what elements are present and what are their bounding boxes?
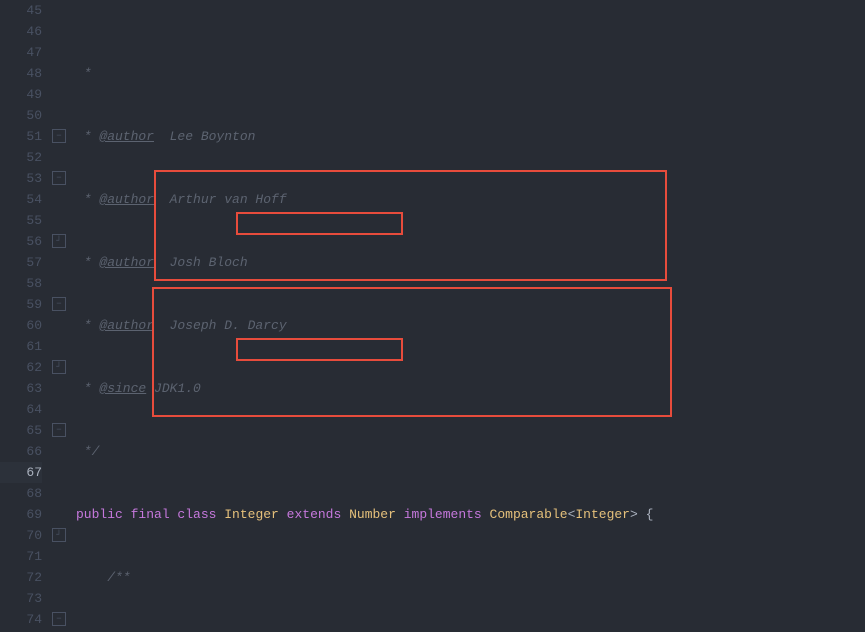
line-number: 74 <box>0 609 42 630</box>
highlight-box <box>236 212 403 235</box>
fold-marker[interactable]: ┘ <box>52 234 66 248</box>
line-number: 61 <box>0 336 42 357</box>
highlight-box <box>236 338 403 361</box>
code-line[interactable]: * @author Joseph D. Darcy <box>70 315 865 336</box>
line-number: 48 <box>0 63 42 84</box>
fold-marker[interactable]: − <box>52 297 66 311</box>
code-area[interactable]: * * @author Lee Boynton * @author Arthur… <box>70 0 865 632</box>
line-number: 65 <box>0 420 42 441</box>
line-number: 64 <box>0 399 42 420</box>
code-line[interactable]: */ <box>70 441 865 462</box>
fold-marker[interactable]: ┘ <box>52 528 66 542</box>
fold-marker[interactable]: − <box>52 129 66 143</box>
fold-marker[interactable]: ┘ <box>52 360 66 374</box>
code-line[interactable]: * @since JDK1.0 <box>70 378 865 399</box>
line-number: 58 <box>0 273 42 294</box>
fold-marker[interactable]: − <box>52 423 66 437</box>
line-number: 66 <box>0 441 42 462</box>
line-number: 56 <box>0 231 42 252</box>
line-number: 63 <box>0 378 42 399</box>
line-number: 47 <box>0 42 42 63</box>
line-number: 69 <box>0 504 42 525</box>
line-number: 59 <box>0 294 42 315</box>
line-number: 46 <box>0 21 42 42</box>
line-number: 62 <box>0 357 42 378</box>
line-number: 50 <box>0 105 42 126</box>
line-number: 57 <box>0 252 42 273</box>
code-line[interactable]: public final class Integer extends Numbe… <box>70 504 865 525</box>
line-number: 51 <box>0 126 42 147</box>
code-line[interactable]: * <box>70 63 865 84</box>
code-line[interactable]: * @author Josh Bloch <box>70 252 865 273</box>
line-number: 53 <box>0 168 42 189</box>
line-number: 71 <box>0 546 42 567</box>
line-number: 68 <box>0 483 42 504</box>
line-number: 72 <box>0 567 42 588</box>
fold-marker[interactable]: − <box>52 612 66 626</box>
line-number: 67 <box>0 462 42 483</box>
line-number: 55 <box>0 210 42 231</box>
fold-gutter[interactable]: − − ┘ − ┘ − ┘ − <box>50 0 70 632</box>
fold-marker[interactable]: − <box>52 171 66 185</box>
line-number: 60 <box>0 315 42 336</box>
line-number: 45 <box>0 0 42 21</box>
line-number: 73 <box>0 588 42 609</box>
line-number-gutter: 4546474849505152535455565758596061626364… <box>0 0 50 632</box>
code-line[interactable]: /** <box>70 567 865 588</box>
line-number: 49 <box>0 84 42 105</box>
line-number: 70 <box>0 525 42 546</box>
line-number: 54 <box>0 189 42 210</box>
line-number: 52 <box>0 147 42 168</box>
code-line[interactable]: * @author Lee Boynton <box>70 126 865 147</box>
code-line[interactable]: * @author Arthur van Hoff <box>70 189 865 210</box>
